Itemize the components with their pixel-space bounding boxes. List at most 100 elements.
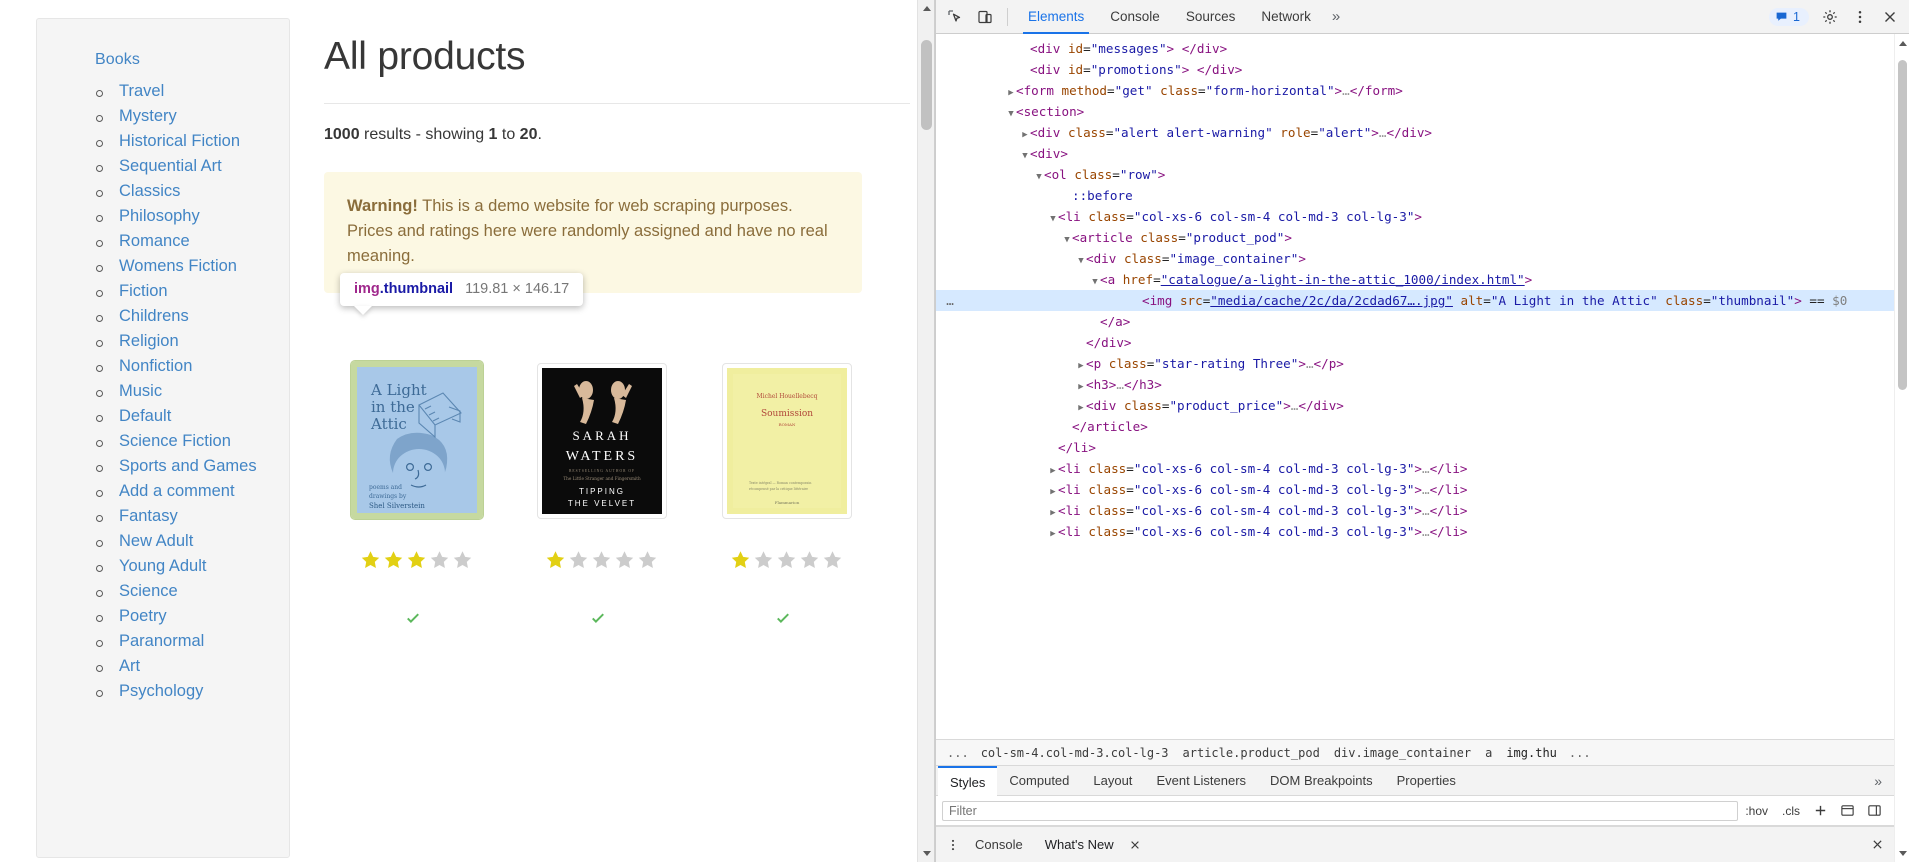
drawer-tab-console[interactable]: Console (964, 837, 1034, 852)
dom-node-selected[interactable]: … <img src="media/cache/2c/da/2cdad67….jp… (936, 290, 1894, 311)
dom-node[interactable]: ::before (936, 185, 1894, 206)
twisty-closed-icon[interactable] (1048, 524, 1058, 545)
styles-tab-layout[interactable]: Layout (1081, 766, 1144, 796)
stock-status (694, 611, 879, 625)
devtools-scrollbar-thumb[interactable] (1898, 60, 1907, 390)
more-tabs-icon[interactable]: » (1324, 8, 1348, 25)
scroll-down-button[interactable] (918, 845, 934, 862)
dom-node[interactable]: <li class="col-xs-6 col-sm-4 col-md-3 co… (936, 521, 1894, 542)
dom-node[interactable]: <article class="product_pod"> (936, 227, 1894, 248)
tab-elements[interactable]: Elements (1015, 0, 1097, 34)
breadcrumb-item[interactable]: img.thu (1499, 746, 1564, 760)
drawer-tab-close-icon[interactable] (1125, 839, 1145, 851)
sidebar-item-sequential-art[interactable]: Sequential Art (119, 157, 222, 175)
sidebar-item-fiction[interactable]: Fiction (119, 282, 168, 300)
styles-tab-dom-breakpoints[interactable]: DOM Breakpoints (1258, 766, 1385, 796)
dom-node[interactable]: <a href="catalogue/a-light-in-the-attic_… (936, 269, 1894, 290)
sidebar-item-science-fiction[interactable]: Science Fiction (119, 432, 231, 450)
sidebar-item-art[interactable]: Art (119, 657, 140, 675)
dom-node[interactable]: <li class="col-xs-6 col-sm-4 col-md-3 co… (936, 479, 1894, 500)
device-frame-icon[interactable] (1834, 803, 1861, 818)
sidebar-item-default[interactable]: Default (119, 407, 171, 425)
sidebar-item-philosophy[interactable]: Philosophy (119, 207, 200, 225)
sidebar-item-womens-fiction[interactable]: Womens Fiction (119, 257, 237, 275)
breadcrumb-item[interactable]: div.image_container (1327, 746, 1478, 760)
breadcrumb-item[interactable]: col-sm-4.col-md-3.col-lg-3 (974, 746, 1176, 760)
sidebar-item-mystery[interactable]: Mystery (119, 107, 177, 125)
dom-node[interactable]: <div> (936, 143, 1894, 164)
sidebar-item-classics[interactable]: Classics (119, 182, 180, 200)
tab-network[interactable]: Network (1248, 0, 1324, 34)
devtools-scroll-up[interactable] (1895, 36, 1909, 50)
drawer-tab-whats-new[interactable]: What's New (1034, 837, 1125, 852)
sidebar-item-new-adult[interactable]: New Adult (119, 532, 193, 550)
dom-node[interactable]: <form method="get" class="form-horizonta… (936, 80, 1894, 101)
sidebar-item-romance[interactable]: Romance (119, 232, 190, 250)
sidebar-item-childrens[interactable]: Childrens (119, 307, 189, 325)
drawer-kebab-menu-icon[interactable] (942, 838, 964, 852)
product-thumbnail-link[interactable]: A Light in the Attic poems and drawings … (349, 360, 484, 521)
tab-console[interactable]: Console (1097, 0, 1173, 34)
sidebar-item-add-a-comment[interactable]: Add a comment (119, 482, 235, 500)
dom-node[interactable]: <div class="product_price">…</div> (936, 395, 1894, 416)
sidebar-item-fantasy[interactable]: Fantasy (119, 507, 178, 525)
list-item: Sequential Art (95, 154, 289, 179)
styles-tab-styles[interactable]: Styles (938, 765, 998, 796)
gear-icon[interactable] (1816, 4, 1844, 30)
product-thumbnail-link[interactable]: Michel Houellebecq Soumission ROMAN Text… (721, 363, 852, 520)
dom-node[interactable]: <div class="image_container"> (936, 248, 1894, 269)
plus-icon[interactable] (1807, 803, 1834, 818)
tab-sources[interactable]: Sources (1173, 0, 1249, 34)
page-scrollbar[interactable] (917, 0, 934, 862)
devtools-scroll-down[interactable] (1895, 846, 1909, 860)
sidebar-item-sports-and-games[interactable]: Sports and Games (119, 457, 257, 475)
dom-node[interactable]: <div id="promotions"> </div> (936, 59, 1894, 80)
sidebar-item-psychology[interactable]: Psychology (119, 682, 203, 700)
close-icon[interactable] (1876, 4, 1904, 30)
dom-node[interactable]: <li class="col-xs-6 col-sm-4 col-md-3 co… (936, 458, 1894, 479)
styles-filter-input[interactable] (942, 800, 1739, 821)
breadcrumb-item[interactable]: article.product_pod (1176, 746, 1327, 760)
sidebar-item-music[interactable]: Music (119, 382, 162, 400)
styles-tab-properties[interactable]: Properties (1385, 766, 1468, 796)
dom-node[interactable]: <ol class="row"> (936, 164, 1894, 185)
drawer-close-icon[interactable] (1867, 838, 1888, 851)
breadcrumb-overflow-right[interactable]: ... (1564, 746, 1596, 760)
sidebar-item-travel[interactable]: Travel (119, 82, 164, 100)
sidebar-item-young-adult[interactable]: Young Adult (119, 557, 206, 575)
cls-toggle[interactable]: .cls (1775, 804, 1807, 818)
dom-node[interactable]: <li class="col-xs-6 col-sm-4 col-md-3 co… (936, 500, 1894, 521)
devtools-scrollbar[interactable] (1894, 34, 1909, 862)
styles-tab-event-listeners[interactable]: Event Listeners (1144, 766, 1258, 796)
dom-node[interactable]: </a> (936, 311, 1894, 332)
styles-tab-computed[interactable]: Computed (997, 766, 1081, 796)
sidebar-item-nonfiction[interactable]: Nonfiction (119, 357, 192, 375)
device-toolbar-icon[interactable] (971, 4, 999, 30)
dom-node[interactable]: <section> (936, 101, 1894, 122)
hov-toggle[interactable]: :hov (1738, 804, 1775, 818)
sidebar-toggle-icon[interactable] (1861, 803, 1888, 818)
dom-node[interactable]: <div id="messages"> </div> (936, 38, 1894, 59)
product-thumbnail-link[interactable]: SARAH WATERS BESTSELLING AUTHOR OF The L… (536, 363, 667, 520)
dom-node[interactable]: </article> (936, 416, 1894, 437)
sidebar-item-science[interactable]: Science (119, 582, 178, 600)
scrollbar-thumb[interactable] (921, 40, 932, 130)
dom-node[interactable]: <div class="alert alert-warning" role="a… (936, 122, 1894, 143)
sidebar-item-poetry[interactable]: Poetry (119, 607, 167, 625)
sidebar-item-paranormal[interactable]: Paranormal (119, 632, 204, 650)
styles-more-tabs-icon[interactable]: » (1864, 773, 1892, 789)
styles-pane: Styles Computed Layout Event Listeners DOM B… (936, 765, 1894, 826)
kebab-menu-icon[interactable] (1846, 4, 1874, 30)
dom-node[interactable]: <li class="col-xs-6 col-sm-4 col-md-3 co… (936, 206, 1894, 227)
breadcrumb-item[interactable]: a (1478, 746, 1499, 760)
dom-node[interactable]: </div> (936, 332, 1894, 353)
sidebar-item-religion[interactable]: Religion (119, 332, 179, 350)
message-count-badge[interactable]: 1 (1769, 7, 1809, 26)
dom-node[interactable]: <p class="star-rating Three">…</p> (936, 353, 1894, 374)
dom-node[interactable]: <h3>…</h3> (936, 374, 1894, 395)
inspect-element-icon[interactable] (941, 4, 969, 30)
dom-node[interactable]: </li> (936, 437, 1894, 458)
sidebar-item-historical-fiction[interactable]: Historical Fiction (119, 132, 240, 150)
breadcrumb-overflow-left[interactable]: ... (942, 746, 974, 760)
scroll-up-button[interactable] (918, 0, 934, 17)
